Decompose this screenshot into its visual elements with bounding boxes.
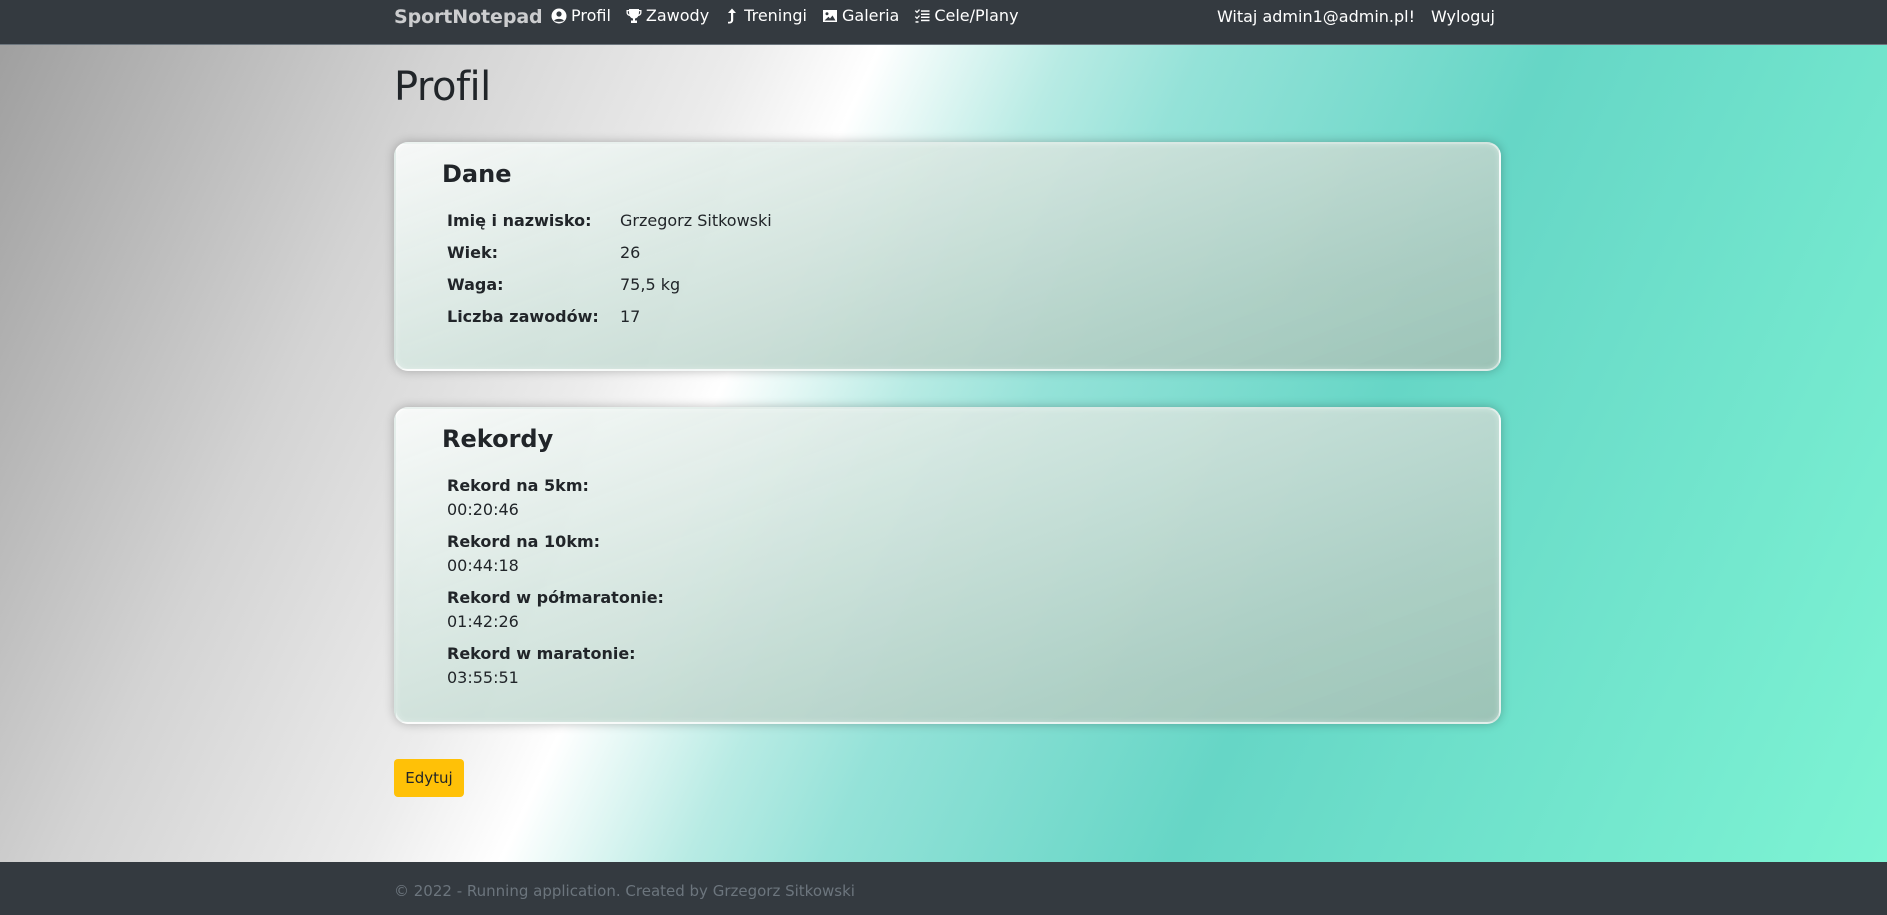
record-value: 01:42:26: [447, 612, 519, 631]
record-value: 00:44:18: [447, 556, 519, 575]
info-label: Wiek:: [447, 243, 499, 262]
nav-item-galeria[interactable]: Galeria: [822, 6, 899, 26]
info-value: 75,5 kg: [620, 275, 681, 294]
brand-logo[interactable]: SportNotepad: [394, 6, 543, 28]
top-navbar: SportNotepad Profil Zawody Treningi Gale…: [0, 0, 1887, 45]
checklist-icon: [915, 9, 930, 23]
logout-link[interactable]: Wyloguj: [1431, 7, 1495, 26]
nav-item-label: Profil: [571, 6, 611, 25]
info-value: 17: [620, 307, 641, 326]
info-value: 26: [620, 243, 641, 262]
footer-copyright: © 2022 - Running application. Created by…: [394, 882, 855, 900]
record-value: 03:55:51: [447, 668, 519, 687]
rekordy-card-title: Rekordy: [442, 425, 554, 453]
info-label: Imię i nazwisko:: [447, 211, 592, 230]
nav-item-profil[interactable]: Profil: [551, 6, 611, 26]
nav-right: Witaj admin1@admin.pl! Wyloguj: [1217, 0, 1495, 32]
record-label: Rekord na 5km:: [447, 476, 589, 495]
nav-item-treningi[interactable]: Treningi: [724, 6, 807, 26]
nav-item-label: Cele/Plany: [934, 6, 1019, 25]
dane-card-title: Dane: [442, 160, 512, 188]
record-half-marathon: Rekord w półmaratonie: 01:42:26: [447, 586, 664, 634]
footer: © 2022 - Running application. Created by…: [0, 862, 1887, 915]
nav-item-label: Zawody: [645, 6, 710, 25]
user-circle-icon: [551, 8, 567, 24]
record-10km: Rekord na 10km: 00:44:18: [447, 530, 600, 578]
user-greeting[interactable]: Witaj admin1@admin.pl!: [1217, 7, 1415, 26]
record-value: 00:20:46: [447, 500, 519, 519]
nav-item-label: Treningi: [744, 6, 807, 25]
nav-links: Profil Zawody Treningi Galeria Cele/Plan…: [551, 0, 1034, 32]
nav-item-cele-plany[interactable]: Cele/Plany: [914, 6, 1019, 26]
nav-item-zawody[interactable]: Zawody: [626, 6, 709, 26]
page-title: Profil: [394, 64, 491, 110]
info-label: Liczba zawodów:: [447, 307, 599, 326]
record-label: Rekord w maratonie:: [447, 644, 636, 663]
image-icon: [823, 10, 837, 22]
record-5km: Rekord na 5km: 00:20:46: [447, 474, 589, 522]
record-marathon: Rekord w maratonie: 03:55:51: [447, 642, 636, 690]
dane-card: Dane Imię i nazwisko: Grzegorz Sitkowski…: [394, 142, 1501, 371]
info-value: Grzegorz Sitkowski: [620, 211, 772, 230]
arrow-up-icon: [728, 8, 737, 24]
edit-button[interactable]: Edytuj: [394, 759, 464, 797]
record-label: Rekord w półmaratonie:: [447, 588, 664, 607]
trophy-icon: [626, 9, 642, 23]
nav-item-label: Galeria: [842, 6, 900, 25]
record-label: Rekord na 10km:: [447, 532, 601, 551]
info-label: Waga:: [447, 275, 504, 294]
rekordy-card: Rekordy Rekord na 5km: 00:20:46 Rekord n…: [394, 407, 1501, 724]
